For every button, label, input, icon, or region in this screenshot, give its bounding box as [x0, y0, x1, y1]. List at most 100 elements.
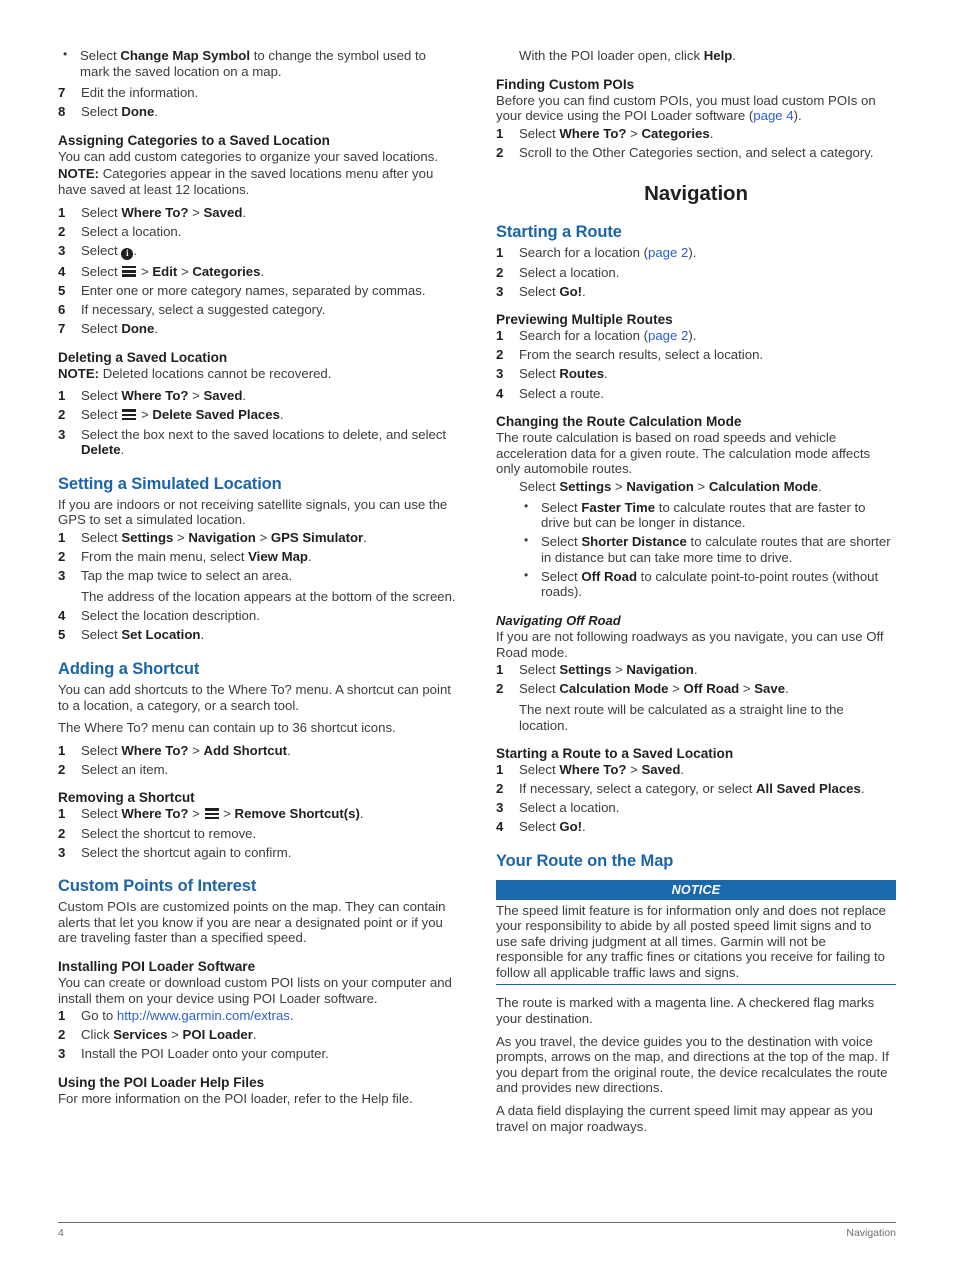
ui-label: Settings [121, 529, 174, 545]
step-number: 5 [58, 282, 66, 298]
ui-label: Delete Saved Places [152, 407, 280, 423]
separator: > [137, 407, 153, 423]
step-text-post: . [252, 1027, 257, 1043]
step-number: 2 [58, 1027, 66, 1043]
list-item: 1 Search for a location (page 2). [496, 328, 896, 344]
separator: > [611, 478, 627, 494]
step-sub-note: The next route will be calculated as a s… [519, 701, 844, 733]
step-text: Select [81, 627, 122, 643]
page-reference-link[interactable]: page 4 [753, 108, 793, 123]
paragraph-help-line: With the POI loader open, click Help. [496, 48, 896, 64]
step-text: Select [519, 819, 560, 835]
paragraph-finding-poi-intro: Before you can find custom POIs, you mus… [496, 93, 896, 124]
step-text-post: . [289, 1008, 294, 1024]
heading-previewing-multiple-routes: Previewing Multiple Routes [496, 312, 673, 328]
step-number: 4 [58, 263, 66, 279]
text-pre: Before you can find custom POIs, you mus… [496, 92, 876, 124]
paragraph-using-poi-help: For more information on the POI loader, … [58, 1090, 413, 1106]
ui-label: Done [121, 104, 155, 120]
ui-label: Routes [559, 366, 605, 382]
ui-label: Saved [203, 388, 243, 404]
list-item: 1 Go to http://www.garmin.com/extras. [58, 1008, 458, 1024]
separator: > [255, 529, 271, 545]
page-reference-link[interactable]: page 2 [648, 245, 688, 260]
right-column: With the POI loader open, click Help. Fi… [496, 48, 896, 1141]
calc-mode-bullet-list: Select Faster Time to calculate routes t… [519, 498, 896, 601]
step-text: Select [81, 806, 122, 822]
notice-box: NOTICE The speed limit feature is for in… [496, 880, 896, 986]
step-text-post: . [260, 263, 265, 279]
list-item: 2 From the search results, select a locat… [496, 347, 896, 363]
steps-adding-shortcut: 1 Select Where To? > Add Shortcut. 2 Selec… [58, 743, 458, 778]
step-text-post: . [680, 762, 685, 778]
garmin-extras-link[interactable]: http://www.garmin.com/extras [117, 1008, 290, 1023]
ui-label: Add Shortcut [203, 742, 288, 758]
step-text: Select an item. [81, 761, 169, 777]
steps-deleting-saved-location: 1 Select Where To? > Saved. 2 Select > Del… [58, 388, 458, 457]
page-footer: 4 Navigation [58, 1222, 896, 1239]
step-text: Select [519, 762, 560, 778]
separator: > [188, 742, 204, 758]
step-text: Enter one or more category names, separa… [81, 282, 426, 298]
calc-mode-options: Select Faster Time to calculate routes t… [496, 498, 896, 601]
step-number: 2 [58, 223, 66, 239]
ui-label: Services [113, 1027, 168, 1043]
step-number: 3 [496, 283, 504, 299]
ui-label: POI Loader [182, 1027, 253, 1043]
steps-finding-custom-pois: 1 Select Where To? > Categories. 2 Scroll … [496, 126, 896, 161]
ui-label: Remove Shortcut(s) [234, 806, 360, 822]
step-text-post: . [785, 681, 789, 697]
paragraph-installing-poi: You can create or download custom POI li… [58, 974, 452, 1006]
list-item: 2 Select the shortcut to remove. [58, 826, 458, 842]
step-sub-note: The address of the location appears at t… [81, 588, 456, 604]
bullet-text-pre: Select [80, 48, 121, 63]
step-text: Search for a location ( [519, 328, 649, 344]
step-text: Edit the information. [81, 85, 199, 101]
separator: > [188, 204, 204, 220]
step-number: 1 [58, 1008, 66, 1024]
bullet-text-pre: Select [541, 568, 582, 584]
text-pre: Select [519, 478, 560, 494]
list-item: 4 Select the location description. [58, 608, 458, 624]
list-item: 2 Select Calculation Mode > Off Road > Sa… [496, 681, 896, 733]
step-text: Select [519, 681, 560, 697]
step-text: If necessary, select a category, or sele… [519, 781, 756, 797]
ui-label: Where To? [121, 742, 189, 758]
info-icon: i [121, 248, 134, 261]
paragraph-shortcut-2: The Where To? menu can contain up to 36 … [58, 720, 396, 736]
separator: > [693, 478, 709, 494]
step-text: Select [519, 283, 560, 299]
list-item: 2 Select a location. [58, 224, 458, 240]
list-item: 3 Select the shortcut again to confirm. [58, 845, 458, 861]
step-number: 7 [58, 321, 66, 337]
step-number: 1 [496, 328, 504, 344]
separator: > [219, 806, 235, 822]
step-number: 2 [496, 781, 504, 797]
step-text-post: . [154, 104, 158, 120]
ui-label: Set Location [121, 627, 201, 643]
step-text: Select [81, 407, 122, 423]
steps-previewing-routes: 1 Search for a location (page 2). 2 From t… [496, 328, 896, 401]
ui-label: Faster Time [581, 499, 656, 515]
page-reference-link[interactable]: page 2 [648, 328, 688, 343]
step-number: 3 [58, 426, 66, 442]
ui-label: Delete [81, 442, 121, 458]
step-text: Select [81, 242, 122, 258]
ui-label: GPS Simulator [270, 529, 364, 545]
ui-label: Settings [559, 478, 612, 494]
ui-label: Calculation Mode [559, 681, 669, 697]
note-text: Deleted locations cannot be recovered. [99, 365, 332, 381]
ui-label: Navigation [626, 662, 694, 678]
text-post: . [818, 478, 822, 494]
step-text: If necessary, select a suggested categor… [81, 302, 326, 318]
step-number: 3 [58, 1046, 66, 1062]
continued-bullet-list: Select Change Map Symbol to change the s… [58, 47, 458, 79]
paragraph-off-road-intro: If you are not following roadways as you… [496, 629, 884, 660]
step-text: Scroll to the Other Categories section, … [519, 144, 874, 160]
ui-label: Edit [152, 263, 178, 279]
separator: > [173, 529, 189, 545]
list-item: 3 Install the POI Loader onto your comput… [58, 1046, 458, 1062]
chapter-title: Navigation [644, 182, 748, 206]
step-number: 5 [58, 627, 66, 643]
ui-label: Change Map Symbol [120, 48, 251, 63]
